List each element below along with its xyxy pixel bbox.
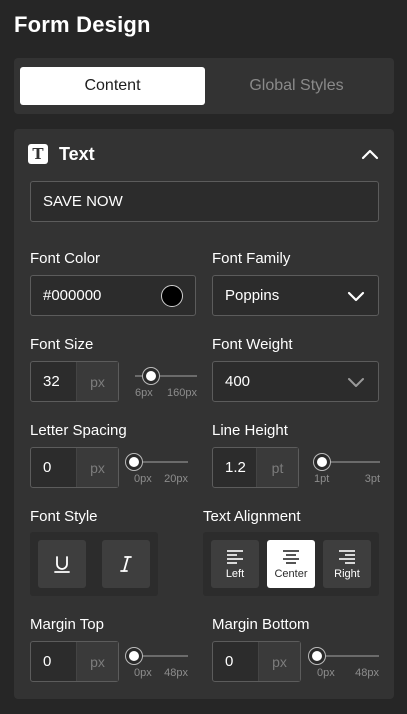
margin-bottom-value: 0 (225, 653, 234, 670)
italic-icon (120, 556, 132, 572)
margin-top-unit: px (76, 642, 118, 681)
tab-bar: Content Global Styles (14, 58, 394, 114)
text-alignment-group: Left Center Right (203, 532, 379, 596)
slider-max-label: 48px (164, 667, 188, 679)
font-family-value: Poppins (225, 287, 280, 304)
margin-bottom-input[interactable]: 0 px (212, 641, 301, 682)
font-weight-value: 400 (225, 373, 251, 390)
letter-spacing-slider[interactable]: 0px 20px (126, 444, 188, 485)
margin-bottom-label: Margin Bottom (212, 616, 310, 633)
slider-thumb[interactable] (143, 368, 159, 384)
line-height-slider[interactable]: 1pt 3pt (314, 444, 380, 485)
margin-top-label: Margin Top (30, 616, 104, 633)
align-center-label: Center (274, 567, 308, 580)
italic-button[interactable] (102, 540, 150, 588)
line-height-input[interactable]: 1.2 pt (212, 447, 299, 488)
underline-icon (54, 556, 70, 573)
font-color-field[interactable]: #000000 (30, 275, 196, 316)
slider-min-label: 0px (317, 667, 335, 679)
font-color-label: Font Color (30, 250, 101, 267)
underline-button[interactable] (38, 540, 86, 588)
letter-spacing-input[interactable]: 0 px (30, 447, 119, 488)
letter-spacing-label: Letter Spacing (30, 422, 127, 439)
slider-thumb[interactable] (126, 454, 142, 470)
margin-top-slider[interactable]: 0px 48px (126, 638, 188, 679)
font-weight-select[interactable]: 400 (212, 361, 379, 402)
margin-bottom-slider[interactable]: 0px 48px (309, 638, 379, 679)
font-size-label: Font Size (30, 336, 94, 353)
letter-spacing-value: 0 (43, 459, 52, 476)
align-right-button[interactable]: Right (323, 540, 371, 588)
text-input[interactable]: SAVE NOW (30, 181, 379, 222)
slider-max-label: 20px (164, 473, 188, 485)
slider-min-label: 0px (134, 667, 152, 679)
font-family-label: Font Family (212, 250, 291, 267)
text-alignment-label: Text Alignment (203, 508, 301, 525)
slider-thumb[interactable] (126, 648, 142, 664)
chevron-up-icon[interactable] (360, 144, 380, 164)
font-size-value: 32 (43, 373, 60, 390)
slider-max-label: 160px (167, 387, 197, 399)
tab-global-styles[interactable]: Global Styles (205, 67, 388, 105)
margin-bottom-unit: px (258, 642, 300, 681)
color-swatch[interactable] (161, 285, 183, 307)
align-left-label: Left (225, 567, 245, 580)
font-family-select[interactable]: Poppins (212, 275, 379, 316)
chevron-down-icon (347, 291, 365, 302)
line-height-label: Line Height (212, 422, 288, 439)
section-header[interactable]: T Text (28, 142, 380, 166)
slider-min-label: 1pt (314, 473, 330, 485)
line-height-unit: pt (256, 448, 298, 487)
text-type-icon: T (28, 144, 48, 164)
align-left-icon (227, 549, 243, 564)
font-size-input[interactable]: 32 px (30, 361, 119, 402)
font-weight-label: Font Weight (212, 336, 293, 353)
align-center-icon (283, 549, 299, 564)
align-right-icon (339, 549, 355, 564)
slider-min-label: 6px (135, 387, 153, 399)
font-style-label: Font Style (30, 508, 98, 525)
text-input-value: SAVE NOW (43, 193, 123, 210)
font-size-slider[interactable]: 6px 160px (135, 358, 197, 399)
margin-top-value: 0 (43, 653, 52, 670)
slider-thumb[interactable] (314, 454, 330, 470)
align-right-label: Right (334, 567, 360, 580)
slider-thumb[interactable] (309, 648, 325, 664)
section-title: Text (59, 143, 95, 164)
align-center-button[interactable]: Center (267, 540, 315, 588)
slider-max-label: 48px (355, 667, 379, 679)
line-height-value: 1.2 (225, 459, 246, 476)
chevron-down-icon (348, 378, 364, 387)
margin-top-input[interactable]: 0 px (30, 641, 119, 682)
tab-content[interactable]: Content (20, 67, 205, 105)
slider-min-label: 0px (134, 473, 152, 485)
slider-max-label: 3pt (364, 473, 380, 485)
text-section-panel: T Text SAVE NOW Font Color #000000 Font … (14, 129, 394, 699)
page-title: Form Design (14, 12, 151, 37)
font-color-value: #000000 (43, 287, 102, 304)
align-left-button[interactable]: Left (211, 540, 259, 588)
letter-spacing-unit: px (76, 448, 118, 487)
font-size-unit: px (76, 362, 118, 401)
font-style-group (30, 532, 158, 596)
